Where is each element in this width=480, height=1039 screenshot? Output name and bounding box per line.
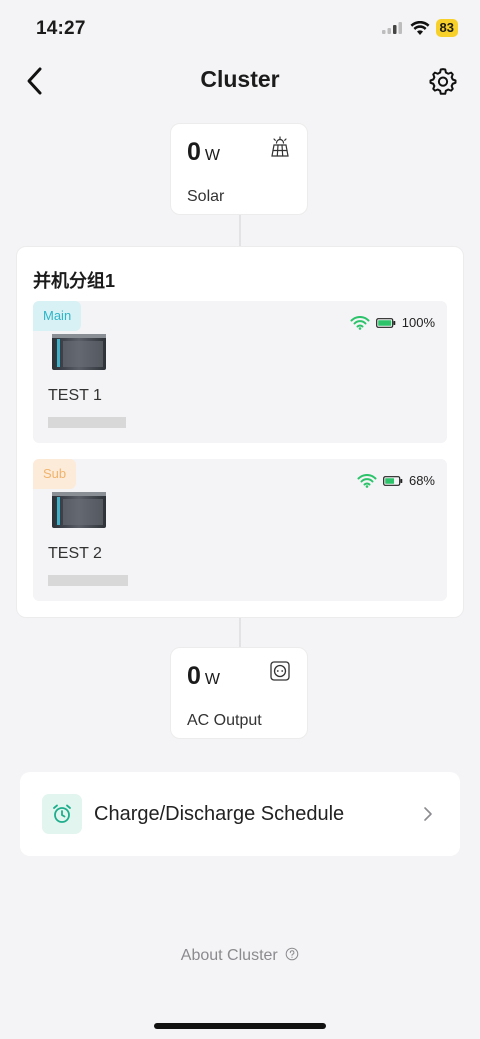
solar-label: Solar	[187, 188, 225, 205]
about-cluster-link[interactable]: About Cluster	[0, 947, 480, 965]
device-card-main[interactable]: Main 100% TEST 1	[33, 301, 447, 443]
role-tag-main: Main	[33, 301, 82, 331]
help-circle-icon	[285, 947, 299, 961]
solar-power-value: 0	[187, 138, 201, 166]
alarm-clock-icon	[53, 804, 71, 823]
cellular-signal-icon	[381, 22, 402, 34]
solar-power-unit: W	[204, 147, 221, 164]
schedule-label: Charge/Discharge Schedule	[94, 803, 345, 825]
ac-output-label: AC Output	[187, 712, 262, 729]
wifi-status-icon	[410, 20, 430, 35]
gear-icon	[429, 68, 457, 95]
power-station-image	[52, 334, 106, 370]
cluster-group-card: 并机分组1 Main 100% TEST 1 Sub 68% TEST 2	[16, 246, 464, 618]
role-tag-sub: Sub	[33, 459, 77, 489]
device-serial-redacted	[48, 417, 126, 428]
solar-panel-icon	[271, 136, 289, 157]
device-status: 100%	[350, 315, 435, 330]
device-name: TEST 1	[48, 387, 102, 404]
ac-output-power-unit: W	[204, 671, 221, 688]
page-title: Cluster	[200, 66, 280, 92]
home-indicator[interactable]	[154, 1023, 326, 1029]
status-indicators: 83	[381, 19, 458, 37]
ac-outlet-icon	[270, 661, 290, 681]
alarm-clock-icon-container	[42, 794, 82, 834]
battery-percent: 68%	[408, 473, 435, 488]
settings-button[interactable]	[428, 66, 458, 96]
charge-discharge-schedule-row[interactable]: Charge/Discharge Schedule	[20, 772, 460, 856]
solar-power: 0W	[187, 138, 220, 167]
battery-percent: 100%	[401, 315, 435, 330]
device-status: 68%	[357, 473, 435, 488]
power-station-image	[52, 492, 106, 528]
ac-output-power-value: 0	[187, 662, 201, 690]
device-card-sub[interactable]: Sub 68% TEST 2	[33, 459, 447, 601]
connector-line	[239, 618, 241, 648]
wifi-icon	[357, 473, 377, 488]
battery-icon	[383, 475, 403, 486]
wifi-icon	[350, 315, 370, 330]
device-serial-redacted	[48, 575, 128, 586]
about-cluster-label: About Cluster	[180, 947, 278, 964]
ac-output-card[interactable]: 0W AC Output	[170, 647, 308, 739]
battery-icon	[375, 317, 396, 328]
solar-card[interactable]: 0W Solar	[170, 123, 308, 215]
group-title: 并机分组1	[33, 271, 116, 291]
connector-line	[239, 215, 241, 246]
battery-indicator: 83	[435, 19, 458, 37]
ac-output-power: 0W	[187, 662, 220, 691]
status-time: 14:27	[36, 18, 86, 39]
chevron-right-icon	[424, 807, 432, 821]
device-name: TEST 2	[48, 545, 102, 562]
